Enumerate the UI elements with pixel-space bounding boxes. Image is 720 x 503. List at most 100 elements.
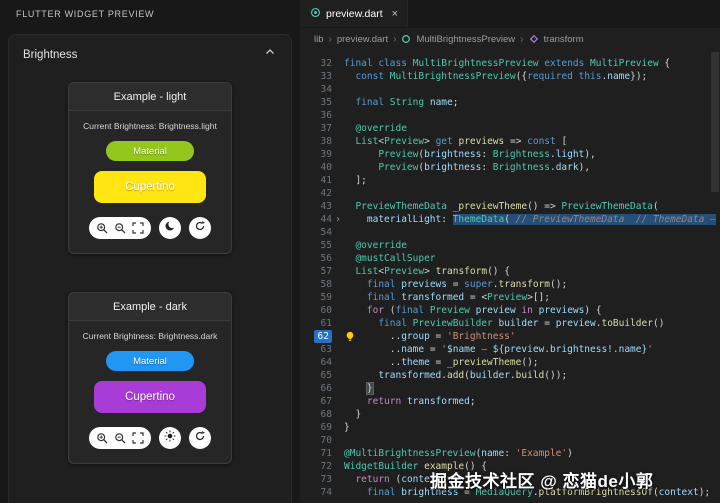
line-number[interactable]: 39 bbox=[300, 148, 332, 161]
line-number[interactable]: 41 bbox=[300, 174, 332, 187]
code-token: MultiBrightnessPreview bbox=[390, 71, 516, 82]
line-number[interactable]: 64 bbox=[300, 356, 332, 369]
line-number[interactable]: 65 bbox=[300, 369, 332, 382]
breadcrumb-method[interactable]: transform bbox=[544, 34, 584, 45]
breadcrumb-class[interactable]: MultiBrightnessPreview bbox=[416, 34, 515, 45]
refresh-button[interactable] bbox=[189, 217, 211, 239]
code-text[interactable]: for (final Preview preview in previews) … bbox=[344, 304, 720, 317]
fold-gutter bbox=[332, 187, 344, 200]
code-text[interactable]: PreviewThemeData _previewTheme() => Prev… bbox=[344, 200, 720, 213]
code-text[interactable]: final PreviewBuilder builder = preview.t… bbox=[344, 317, 720, 330]
line-number[interactable]: 67 bbox=[300, 395, 332, 408]
code-text[interactable]: } bbox=[344, 382, 720, 395]
line-number[interactable]: 34 bbox=[300, 83, 332, 96]
code-text[interactable]: final previews = super.transform(); bbox=[344, 278, 720, 291]
code-text[interactable]: } bbox=[344, 408, 720, 421]
line-number[interactable]: 32 bbox=[300, 57, 332, 70]
code-text[interactable] bbox=[344, 187, 720, 200]
refresh-button[interactable] bbox=[189, 427, 211, 449]
line-number[interactable]: 43 bbox=[300, 200, 332, 213]
code-text[interactable]: transformed.add(builder.build()); bbox=[344, 369, 720, 382]
code-text[interactable]: @override bbox=[344, 239, 720, 252]
zoom-in-icon[interactable] bbox=[96, 432, 109, 445]
code-text[interactable]: } bbox=[344, 421, 720, 434]
code-text[interactable]: materialLight: ThemeData( // PreviewThem… bbox=[344, 213, 720, 226]
line-number[interactable]: 62 bbox=[300, 330, 332, 343]
code-text[interactable]: final transformed = <Preview>[]; bbox=[344, 291, 720, 304]
scrollbar-thumb[interactable] bbox=[711, 52, 719, 192]
line-number[interactable]: 71 bbox=[300, 447, 332, 460]
zoom-out-icon[interactable] bbox=[114, 222, 127, 235]
line-number[interactable]: 33 bbox=[300, 70, 332, 83]
code-text[interactable]: ..theme = _previewTheme(); bbox=[344, 356, 720, 369]
line-number[interactable]: 59 bbox=[300, 291, 332, 304]
brightness-section-header[interactable]: Brightness bbox=[9, 35, 291, 72]
line-number[interactable]: 68 bbox=[300, 408, 332, 421]
code-text[interactable]: final class MultiBrightnessPreview exten… bbox=[344, 57, 720, 70]
code-line: 32 final class MultiBrightnessPreview ext… bbox=[300, 57, 720, 70]
code-text[interactable]: const MultiBrightnessPreview({required t… bbox=[344, 70, 720, 83]
fullscreen-icon[interactable] bbox=[132, 432, 144, 444]
line-number[interactable]: 38 bbox=[300, 135, 332, 148]
line-number[interactable]: 54 bbox=[300, 226, 332, 239]
line-number[interactable]: 70 bbox=[300, 434, 332, 447]
code-text[interactable]: return transformed; bbox=[344, 395, 720, 408]
line-number[interactable]: 74 bbox=[300, 486, 332, 499]
line-number[interactable]: 58 bbox=[300, 278, 332, 291]
tab-preview-dart[interactable]: preview.dart × bbox=[300, 0, 408, 27]
line-number[interactable]: 56 bbox=[300, 252, 332, 265]
code-text[interactable]: ]; bbox=[344, 174, 720, 187]
close-icon[interactable]: × bbox=[392, 8, 398, 20]
line-number[interactable]: 44 bbox=[300, 213, 332, 226]
line-number[interactable]: 73 bbox=[300, 473, 332, 486]
code-text[interactable] bbox=[344, 109, 720, 122]
chevron-up-icon[interactable] bbox=[263, 45, 277, 64]
code-text[interactable]: @MultiBrightnessPreview(name: 'Example') bbox=[344, 447, 720, 460]
line-number[interactable]: 42 bbox=[300, 187, 332, 200]
code-text[interactable]: List<Preview> transform() { bbox=[344, 265, 720, 278]
line-number[interactable]: 66 bbox=[300, 382, 332, 395]
breadcrumb-file[interactable]: preview.dart bbox=[337, 34, 388, 45]
code-text[interactable] bbox=[344, 434, 720, 447]
line-number[interactable]: 57 bbox=[300, 265, 332, 278]
line-number[interactable]: 36 bbox=[300, 109, 332, 122]
material-button[interactable]: Material bbox=[106, 141, 194, 161]
fullscreen-icon[interactable] bbox=[132, 222, 144, 234]
line-number[interactable]: 35 bbox=[300, 96, 332, 109]
breadcrumb-lib[interactable]: lib bbox=[314, 34, 324, 45]
code-text[interactable]: ..group = 'Brightness' bbox=[344, 330, 720, 343]
theme-toggle-button[interactable] bbox=[159, 427, 181, 449]
code-token bbox=[344, 149, 378, 160]
lightbulb-icon[interactable] bbox=[345, 331, 355, 343]
code-token: required bbox=[527, 71, 573, 82]
code-text[interactable]: final String name; bbox=[344, 96, 720, 109]
code-area[interactable]: 32 final class MultiBrightnessPreview ext… bbox=[300, 50, 720, 503]
code-text[interactable]: List<Preview> get previews => const [ bbox=[344, 135, 720, 148]
code-token: final bbox=[378, 318, 407, 329]
theme-toggle-button[interactable] bbox=[159, 217, 181, 239]
line-number[interactable]: 55 bbox=[300, 239, 332, 252]
line-number[interactable]: 63 bbox=[300, 343, 332, 356]
code-line: 54 bbox=[300, 226, 720, 239]
code-text[interactable] bbox=[344, 226, 720, 239]
zoom-out-icon[interactable] bbox=[114, 432, 127, 445]
code-text[interactable]: ..name = '$name — ${preview.brightness!.… bbox=[344, 343, 720, 356]
line-number[interactable]: 60 bbox=[300, 304, 332, 317]
material-button[interactable]: Material bbox=[106, 351, 194, 371]
code-text[interactable]: Preview(brightness: Brightness.light), bbox=[344, 148, 720, 161]
line-number[interactable]: 40 bbox=[300, 161, 332, 174]
code-text[interactable]: @override bbox=[344, 122, 720, 135]
line-number[interactable]: 37 bbox=[300, 122, 332, 135]
code-token: Preview bbox=[378, 149, 418, 160]
code-text[interactable]: Preview(brightness: Brightness.dark), bbox=[344, 161, 720, 174]
line-number[interactable]: 61 bbox=[300, 317, 332, 330]
zoom-in-icon[interactable] bbox=[96, 222, 109, 235]
cupertino-button[interactable]: Cupertino bbox=[94, 171, 206, 203]
line-number[interactable]: 69 bbox=[300, 421, 332, 434]
cupertino-button[interactable]: Cupertino bbox=[94, 381, 206, 413]
code-text[interactable] bbox=[344, 83, 720, 96]
line-number[interactable]: 72 bbox=[300, 460, 332, 473]
code-token: (); bbox=[550, 279, 567, 290]
fold-collapsed-icon[interactable]: › bbox=[332, 213, 344, 226]
code-text[interactable]: @mustCallSuper bbox=[344, 252, 720, 265]
